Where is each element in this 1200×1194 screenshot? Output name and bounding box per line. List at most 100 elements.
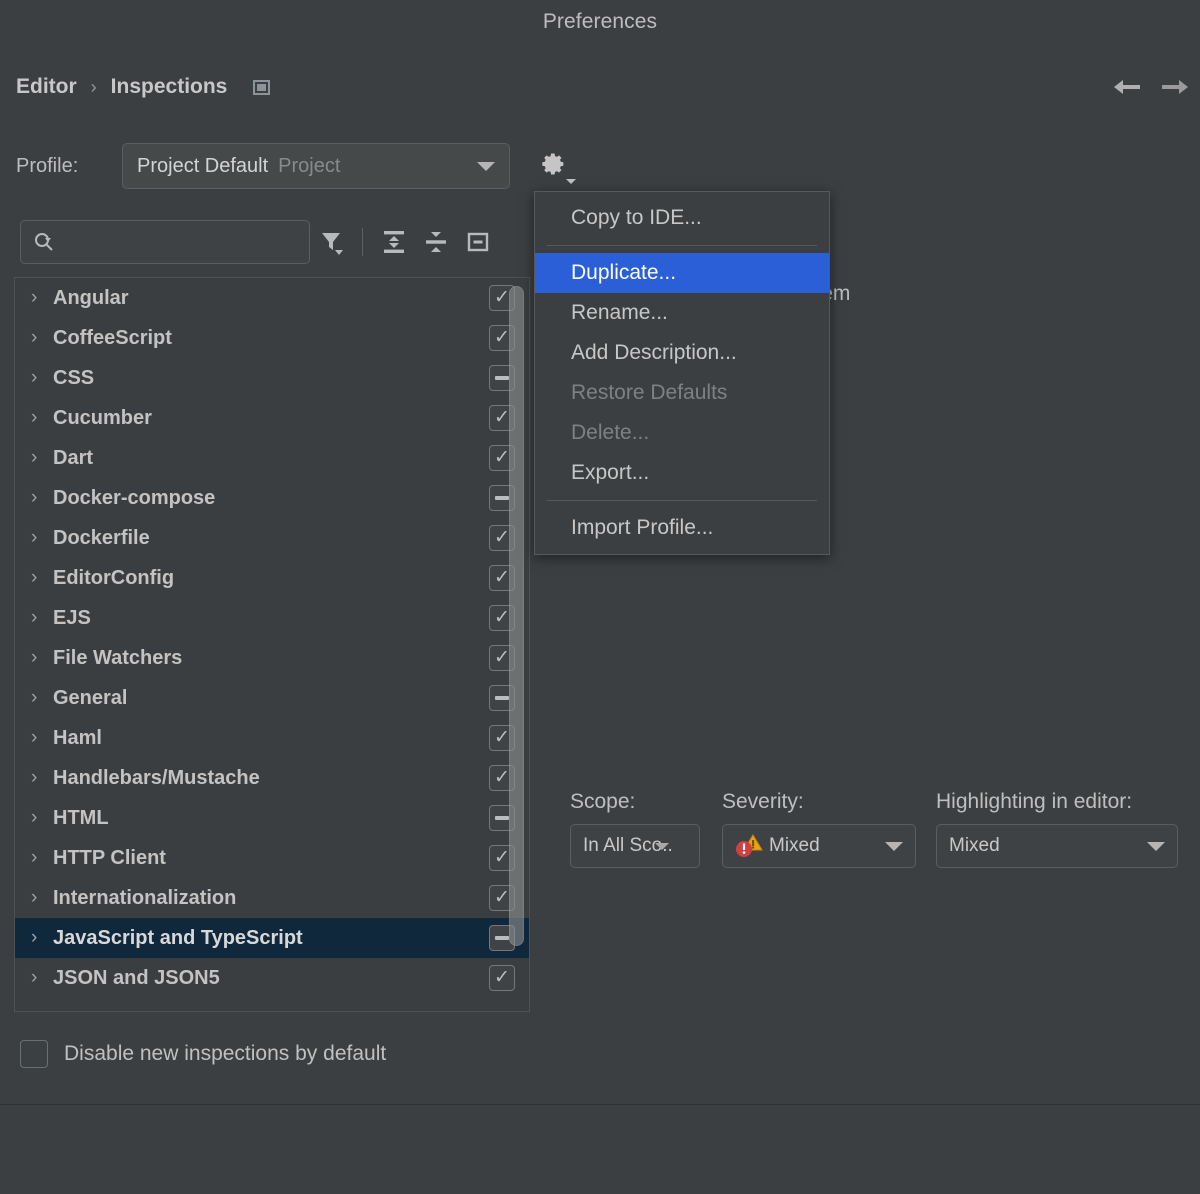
check-icon: ✓ — [494, 888, 510, 907]
check-icon: ✓ — [494, 528, 510, 547]
disable-new-inspections-label: Disable new inspections by default — [64, 1042, 386, 1066]
chevron-right-icon[interactable]: › — [31, 807, 53, 829]
arrow-right-icon[interactable] — [1158, 70, 1192, 104]
panel-icon[interactable] — [253, 80, 270, 95]
tree-row[interactable]: ›Dockerfile ✓ — [15, 518, 529, 558]
tree-row[interactable]: ›CSS — [15, 358, 529, 398]
check-icon: ✓ — [494, 408, 510, 427]
severity-dropdown[interactable]: Mixed — [722, 824, 916, 868]
check-icon: ✓ — [494, 448, 510, 467]
tree-row-label: JavaScript and TypeScript — [53, 927, 303, 950]
scope-label: Scope: — [570, 790, 700, 814]
check-icon: ✓ — [494, 968, 510, 987]
tree-row-label: CSS — [53, 367, 94, 390]
check-icon: ✓ — [494, 848, 510, 867]
menu-item[interactable]: Rename... — [535, 293, 829, 333]
chevron-right-icon[interactable]: › — [31, 527, 53, 549]
chevron-right-icon[interactable]: › — [31, 327, 53, 349]
chevron-right-icon[interactable]: › — [31, 967, 53, 989]
tree-row-label: Internationalization — [53, 887, 236, 910]
tree-row-label: Dockerfile — [53, 527, 150, 550]
menu-item[interactable]: Export... — [535, 453, 829, 493]
inspection-tree[interactable]: ›Angular✓›CoffeeScript✓›CSS›Cucumber✓›Da… — [14, 277, 530, 1012]
menu-item: Delete... — [535, 413, 829, 453]
tree-row[interactable]: ›File Watchers ✓ — [15, 638, 529, 678]
tree-row[interactable]: ›Internationalization ✓ — [15, 878, 529, 918]
tree-row[interactable]: ›General — [15, 678, 529, 718]
toolbar-divider — [362, 228, 363, 256]
breadcrumb-parent[interactable]: Editor — [16, 75, 77, 99]
tree-row-checkbox[interactable]: ✓ — [489, 965, 515, 991]
tree-row[interactable]: ›EditorConfig✓ — [15, 558, 529, 598]
tree-row[interactable]: ›Haml✓ — [15, 718, 529, 758]
menu-item[interactable]: Import Profile... — [535, 508, 829, 548]
check-icon: ✓ — [494, 768, 510, 787]
profile-combobox[interactable]: Project Default Project — [122, 143, 510, 189]
collapse-all-icon[interactable] — [415, 220, 457, 264]
check-icon: ✓ — [494, 648, 510, 667]
chevron-right-icon[interactable]: › — [31, 727, 53, 749]
check-icon: ✓ — [494, 728, 510, 747]
tree-row[interactable]: ›EJS✓ — [15, 598, 529, 638]
chevron-right-icon[interactable]: › — [31, 447, 53, 469]
chevron-right-icon[interactable]: › — [31, 567, 53, 589]
tree-row[interactable]: ›Dart ✓ — [15, 438, 529, 478]
tree-row-label: File Watchers — [53, 647, 182, 670]
profile-row: Profile: Project Default Project — [16, 143, 510, 189]
menu-item[interactable]: Add Description... — [535, 333, 829, 373]
tree-row[interactable]: ›HTML — [15, 798, 529, 838]
dash-icon — [495, 696, 509, 700]
tree-row[interactable]: ›HTTP Client ✓ — [15, 838, 529, 878]
tree-row[interactable]: ›JSON and JSON5✓ — [15, 958, 529, 998]
tree-row[interactable]: ›Docker-compose — [15, 478, 529, 518]
chevron-right-icon[interactable]: › — [31, 487, 53, 509]
chevron-right-icon[interactable]: › — [31, 647, 53, 669]
chevron-right-icon[interactable]: › — [31, 887, 53, 909]
tree-row-label: HTTP Client — [53, 847, 166, 870]
tree-row-label: Angular — [53, 287, 129, 310]
search-icon — [33, 231, 55, 253]
filter-icon[interactable] — [310, 220, 352, 264]
highlighting-dropdown[interactable]: Mixed — [936, 824, 1178, 868]
chevron-right-icon[interactable]: › — [31, 927, 53, 949]
inspection-toolbar — [20, 218, 540, 266]
show-only-modified-icon[interactable] — [457, 220, 499, 264]
disable-new-inspections-checkbox[interactable] — [20, 1040, 48, 1068]
check-icon: ✓ — [494, 608, 510, 627]
scope-dropdown[interactable]: In All Sco.. — [570, 824, 700, 868]
search-box[interactable] — [20, 220, 310, 264]
chevron-right-icon[interactable]: › — [31, 847, 53, 869]
menu-separator — [547, 500, 817, 501]
tree-row[interactable]: ›JavaScript and TypeScript — [15, 918, 529, 958]
search-input[interactable] — [61, 232, 271, 252]
breadcrumb-separator: › — [89, 77, 99, 98]
profile-context-menu[interactable]: Copy to IDE... Duplicate...Rename...Add D… — [534, 191, 830, 555]
scope-group: Scope: In All Sco.. — [570, 790, 700, 868]
arrow-left-icon[interactable] — [1110, 70, 1144, 104]
severity-group: Severity: Mixed — [722, 790, 916, 868]
breadcrumb: Editor › Inspections — [16, 70, 270, 104]
check-icon: ✓ — [494, 328, 510, 347]
tree-row-label: Dart — [53, 447, 93, 470]
tree-row-label: Cucumber — [53, 407, 152, 430]
tree-row[interactable]: ›Angular✓ — [15, 278, 529, 318]
chevron-right-icon[interactable]: › — [31, 367, 53, 389]
chevron-right-icon[interactable]: › — [31, 407, 53, 429]
chevron-right-icon[interactable]: › — [31, 767, 53, 789]
tree-row[interactable]: ›Handlebars/Mustache✓ — [15, 758, 529, 798]
tree-row[interactable]: ›CoffeeScript✓ — [15, 318, 529, 358]
expand-all-icon[interactable] — [373, 220, 415, 264]
mixed-severity-icon — [735, 833, 763, 859]
chevron-right-icon[interactable]: › — [31, 607, 53, 629]
window-titlebar: Preferences — [0, 0, 1200, 44]
disable-new-inspections-row[interactable]: Disable new inspections by default — [20, 1040, 386, 1068]
menu-item[interactable]: Copy to IDE... — [535, 198, 829, 238]
chevron-right-icon[interactable]: › — [31, 687, 53, 709]
tree-scrollbar[interactable] — [509, 286, 524, 946]
chevron-down-icon — [885, 842, 903, 851]
menu-item[interactable]: Duplicate... — [535, 253, 829, 293]
tree-row[interactable]: ›Cucumber ✓ — [15, 398, 529, 438]
chevron-right-icon[interactable]: › — [31, 287, 53, 309]
check-icon: ✓ — [494, 568, 510, 587]
gear-icon[interactable] — [540, 150, 580, 184]
